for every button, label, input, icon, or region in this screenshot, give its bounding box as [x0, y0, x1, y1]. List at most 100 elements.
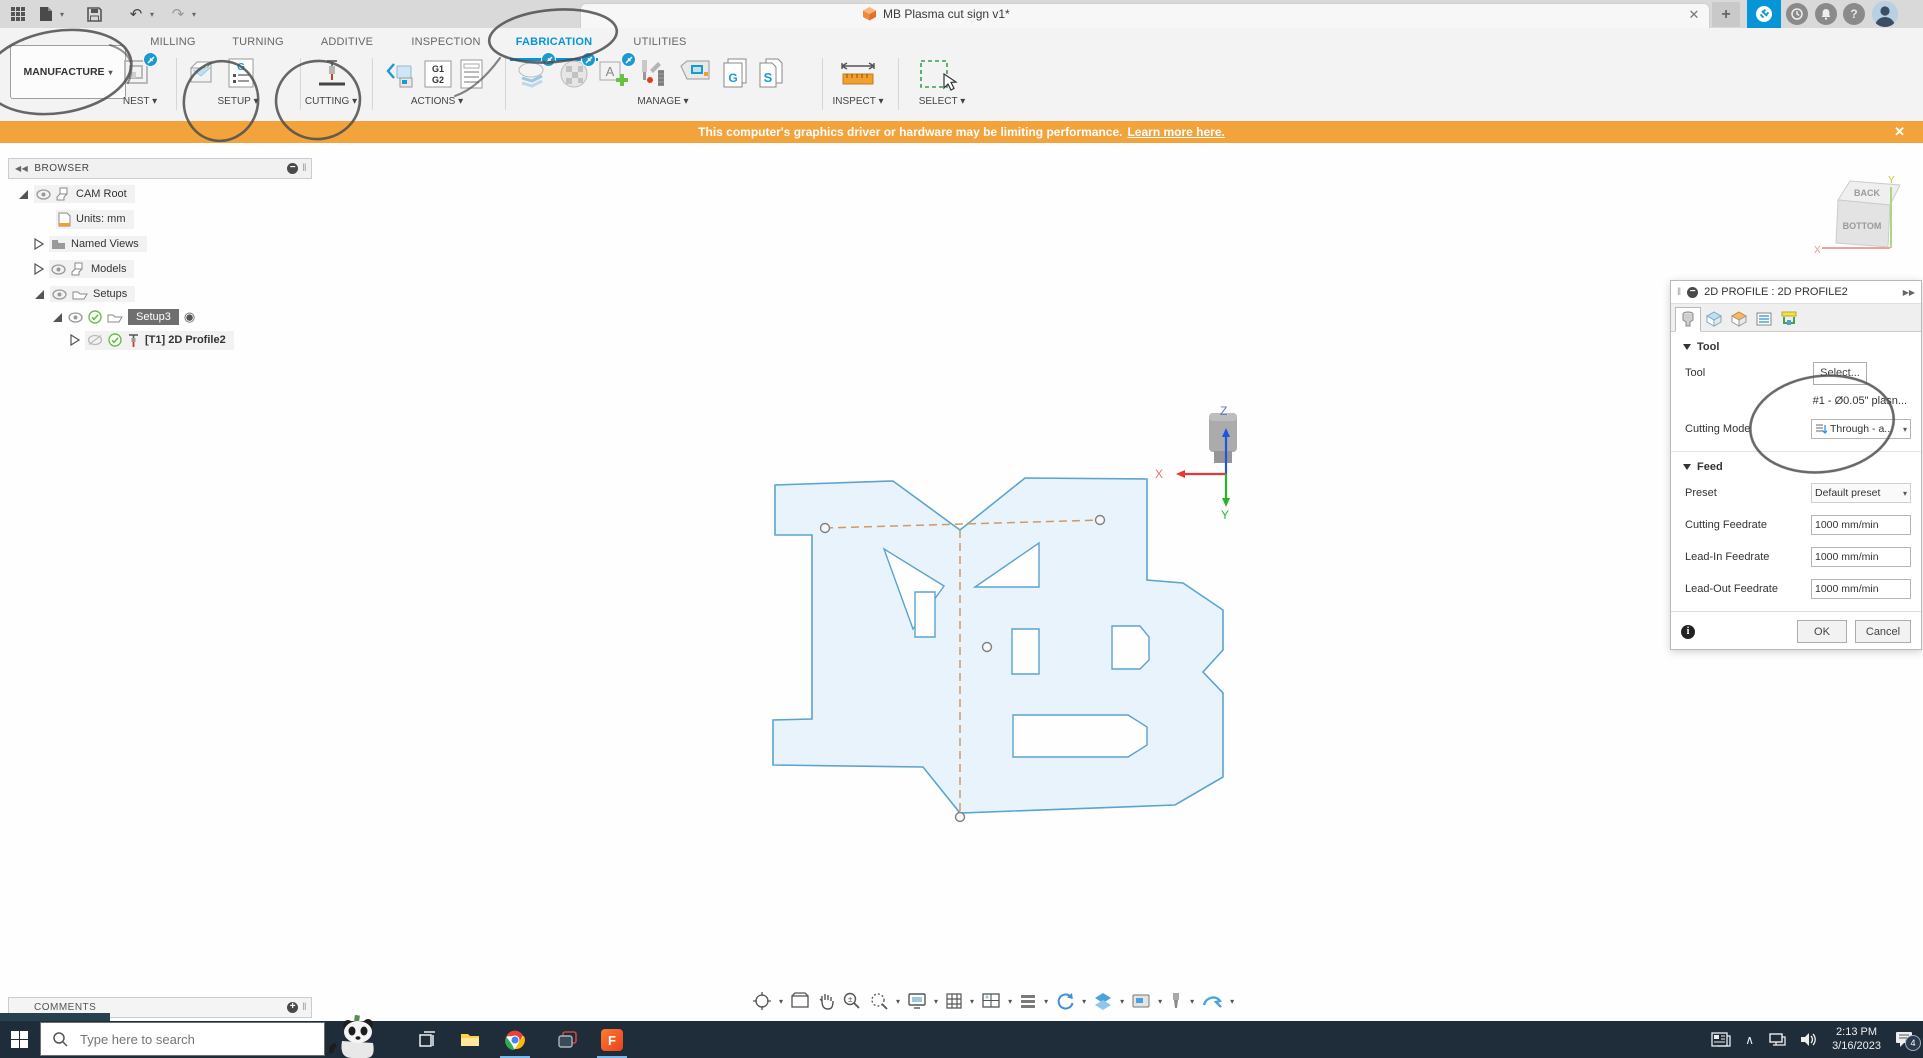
comments-add-icon[interactable]: +	[287, 1002, 298, 1013]
extensions-button[interactable]	[1747, 0, 1781, 28]
new-tab-button[interactable]: +	[1712, 2, 1740, 27]
group-label-manage[interactable]: MANAGE ▾	[630, 96, 696, 107]
document-tab[interactable]	[580, 3, 1710, 29]
refresh-icon[interactable]	[1055, 991, 1075, 1011]
tray-chevron-up-icon[interactable]: ∧	[1745, 1033, 1754, 1047]
dialog-grip[interactable]: ‖	[1677, 287, 1681, 298]
tool-section-header[interactable]: Tool	[1671, 332, 1921, 357]
info-icon[interactable]: i	[1681, 625, 1695, 639]
tool-view-caret[interactable]: ▾	[1190, 997, 1194, 1006]
notifications-bell-icon[interactable]	[1815, 3, 1837, 25]
redo-icon[interactable]: ↷	[166, 3, 190, 25]
viewports-caret[interactable]: ▾	[1008, 997, 1012, 1006]
dialog-header[interactable]: ‖ − 2D PROFILE : 2D PROFILE2 ▶▶	[1671, 281, 1921, 304]
viewport-canvas[interactable]: X Y Z BACK BOTTOM X Y ◀◀ BROWSER − ‖	[0, 143, 1923, 1021]
action-center-icon[interactable]: 4	[1895, 1031, 1915, 1048]
help-icon[interactable]: ?	[1843, 3, 1865, 25]
expand-open-icon[interactable]	[18, 189, 29, 200]
tab-inspection[interactable]: INSPECTION	[405, 36, 487, 56]
group-label-inspect[interactable]: INSPECT ▾	[825, 96, 891, 107]
task-view-button[interactable]	[408, 1021, 448, 1058]
toolpath-trail-icon[interactable]	[1201, 993, 1223, 1009]
save-icon[interactable]	[82, 3, 106, 25]
nest-tool-icon[interactable]	[122, 58, 152, 88]
dialog-tab-geometry[interactable]	[1702, 307, 1726, 330]
display-settings-caret[interactable]: ▾	[934, 997, 938, 1006]
taskbar-search[interactable]	[40, 1022, 325, 1056]
eye-icon[interactable]	[36, 189, 51, 200]
eye-icon[interactable]	[52, 289, 67, 300]
machine-view-caret[interactable]: ▾	[1158, 997, 1162, 1006]
dialog-tab-tool[interactable]	[1675, 307, 1701, 332]
dialog-dot-icon[interactable]: −	[1687, 287, 1698, 298]
grid-icon[interactable]	[945, 992, 963, 1010]
tree-row-cam-root[interactable]: CAM Root	[18, 184, 135, 204]
post-process-icon[interactable]	[384, 58, 416, 90]
undo-icon[interactable]: ↶	[124, 3, 148, 25]
tab-utilities[interactable]: UTILITIES	[625, 36, 695, 56]
tree-row-setups[interactable]: Setups	[34, 284, 135, 304]
active-setup-radio-icon[interactable]: ◉	[184, 309, 195, 325]
tab-additive[interactable]: ADDITIVE	[313, 36, 381, 56]
select-window-icon[interactable]	[918, 58, 958, 92]
feed-section-header[interactable]: Feed	[1671, 452, 1921, 477]
comments-resize-grip[interactable]: ‖	[302, 1002, 307, 1013]
group-label-nest[interactable]: NEST ▾	[108, 96, 172, 107]
tool-name-value[interactable]: #1 - Ø0.05" plasn...	[1813, 395, 1907, 407]
pan-icon[interactable]	[817, 992, 835, 1010]
viewports-icon[interactable]	[981, 992, 1001, 1010]
zoom-window-caret[interactable]: ▾	[896, 997, 900, 1006]
fabrication-tool-icon[interactable]	[516, 58, 550, 90]
taskbar-clock[interactable]: 2:13 PM 3/16/2023	[1832, 1026, 1881, 1054]
preset-dropdown[interactable]: Default preset ▾	[1811, 483, 1911, 503]
setup-gcode-icon[interactable]: G	[228, 58, 254, 88]
tab-close-icon[interactable]: ✕	[1684, 5, 1704, 25]
display-settings-icon[interactable]	[907, 992, 927, 1010]
setup-sheet-icon[interactable]	[460, 58, 484, 90]
tool-select-button[interactable]: Select...	[1813, 362, 1867, 385]
network-icon[interactable]	[1768, 1032, 1786, 1047]
expand-closed-icon[interactable]	[70, 334, 80, 346]
expand-open-icon[interactable]	[34, 289, 45, 300]
cutting-feedrate-input[interactable]: 1000 mm/min	[1811, 515, 1911, 535]
banner-close-icon[interactable]: ✕	[1894, 121, 1905, 143]
expand-open-icon[interactable]	[52, 312, 63, 323]
browser-resize-grip[interactable]: ‖	[302, 163, 307, 174]
visual-style-icon[interactable]	[1093, 991, 1113, 1011]
leadout-feedrate-input[interactable]: 1000 mm/min	[1811, 579, 1911, 599]
tree-row-models[interactable]: Models	[34, 259, 134, 279]
ok-button[interactable]: OK	[1797, 620, 1847, 643]
browser-collapse-icon[interactable]: ◀◀	[15, 164, 28, 173]
toolpath-trail-caret[interactable]: ▾	[1230, 997, 1234, 1006]
tree-row-named-views[interactable]: Named Views	[34, 234, 147, 254]
job-status-icon[interactable]	[1786, 3, 1808, 25]
file-menu-icon[interactable]	[34, 3, 58, 25]
workspace-selector[interactable]: MANUFACTURE▾	[10, 45, 126, 99]
dialog-tab-linking[interactable]	[1777, 307, 1801, 330]
app-grid-icon[interactable]	[6, 3, 30, 25]
eye-off-icon[interactable]	[87, 334, 103, 346]
eye-icon[interactable]	[51, 264, 66, 275]
cancel-button[interactable]: Cancel	[1855, 620, 1911, 643]
tool-view-icon[interactable]	[1169, 992, 1183, 1010]
dialog-tab-heights[interactable]	[1727, 307, 1751, 330]
search-input[interactable]	[78, 1031, 302, 1048]
machine-library-icon[interactable]	[678, 58, 714, 88]
file-menu-caret[interactable]: ▾	[60, 10, 64, 19]
cutting-tool-icon[interactable]	[315, 58, 349, 90]
redo-caret[interactable]: ▾	[192, 10, 196, 19]
cutting-mode-dropdown[interactable]: Through - a... ▾	[1811, 419, 1911, 439]
user-avatar[interactable]	[1872, 1, 1898, 27]
eye-icon[interactable]	[68, 312, 83, 323]
zoom-icon[interactable]: ±	[842, 991, 862, 1011]
group-label-actions[interactable]: ACTIONS ▾	[404, 96, 470, 107]
leadin-feedrate-input[interactable]: 1000 mm/min	[1811, 547, 1911, 567]
undo-caret[interactable]: ▾	[150, 10, 154, 19]
tab-turning[interactable]: TURNING	[225, 36, 291, 56]
steps-icon[interactable]	[1019, 993, 1037, 1009]
machine-view-icon[interactable]	[1131, 993, 1151, 1009]
browser-panel-header[interactable]: ◀◀ BROWSER − ‖	[8, 158, 312, 179]
tool-library-icon[interactable]	[638, 58, 670, 90]
file-explorer-button[interactable]	[450, 1021, 490, 1058]
group-label-select[interactable]: SELECT ▾	[910, 96, 974, 107]
